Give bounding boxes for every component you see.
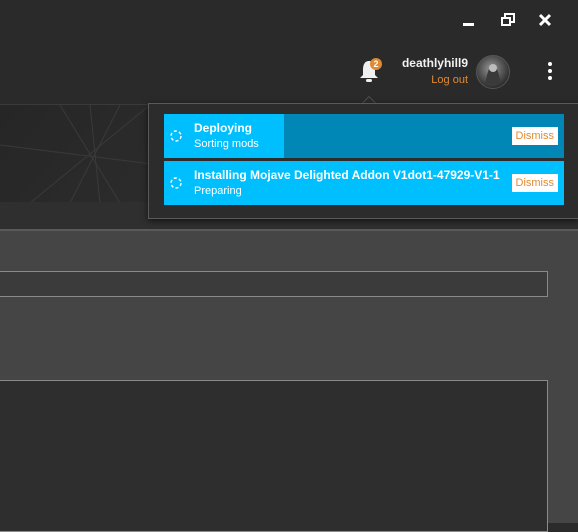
notification-count-badge: 2 bbox=[370, 58, 382, 70]
content-panel bbox=[0, 380, 548, 532]
notification-title: Installing Mojave Delighted Addon V1dot1… bbox=[194, 168, 500, 182]
dismiss-button[interactable]: Dismiss bbox=[511, 174, 558, 192]
restore-button[interactable] bbox=[496, 8, 520, 32]
notification-deploying: Deploying Sorting mods Dismiss bbox=[164, 114, 564, 158]
spinner-icon bbox=[170, 177, 182, 189]
minimize-icon bbox=[463, 23, 474, 26]
avatar-image bbox=[485, 64, 501, 84]
close-icon bbox=[538, 13, 552, 27]
dismiss-button[interactable]: Dismiss bbox=[511, 127, 558, 145]
minimize-button[interactable] bbox=[457, 8, 481, 32]
close-button[interactable] bbox=[533, 8, 557, 32]
more-vertical-icon bbox=[548, 62, 552, 80]
notification-title: Deploying bbox=[194, 121, 253, 135]
notification-installing: Installing Mojave Delighted Addon V1dot1… bbox=[164, 161, 564, 205]
more-menu-button[interactable] bbox=[542, 60, 558, 82]
avatar[interactable] bbox=[476, 55, 510, 89]
notification-subtitle: Preparing bbox=[194, 185, 242, 197]
user-info: deathlyhill9 Log out bbox=[402, 56, 468, 86]
notification-subtitle: Sorting mods bbox=[194, 138, 259, 150]
logout-link[interactable]: Log out bbox=[402, 74, 468, 86]
restore-icon bbox=[501, 13, 515, 26]
content-field[interactable] bbox=[0, 271, 548, 297]
spinner-icon bbox=[170, 130, 182, 142]
username: deathlyhill9 bbox=[401, 56, 468, 70]
